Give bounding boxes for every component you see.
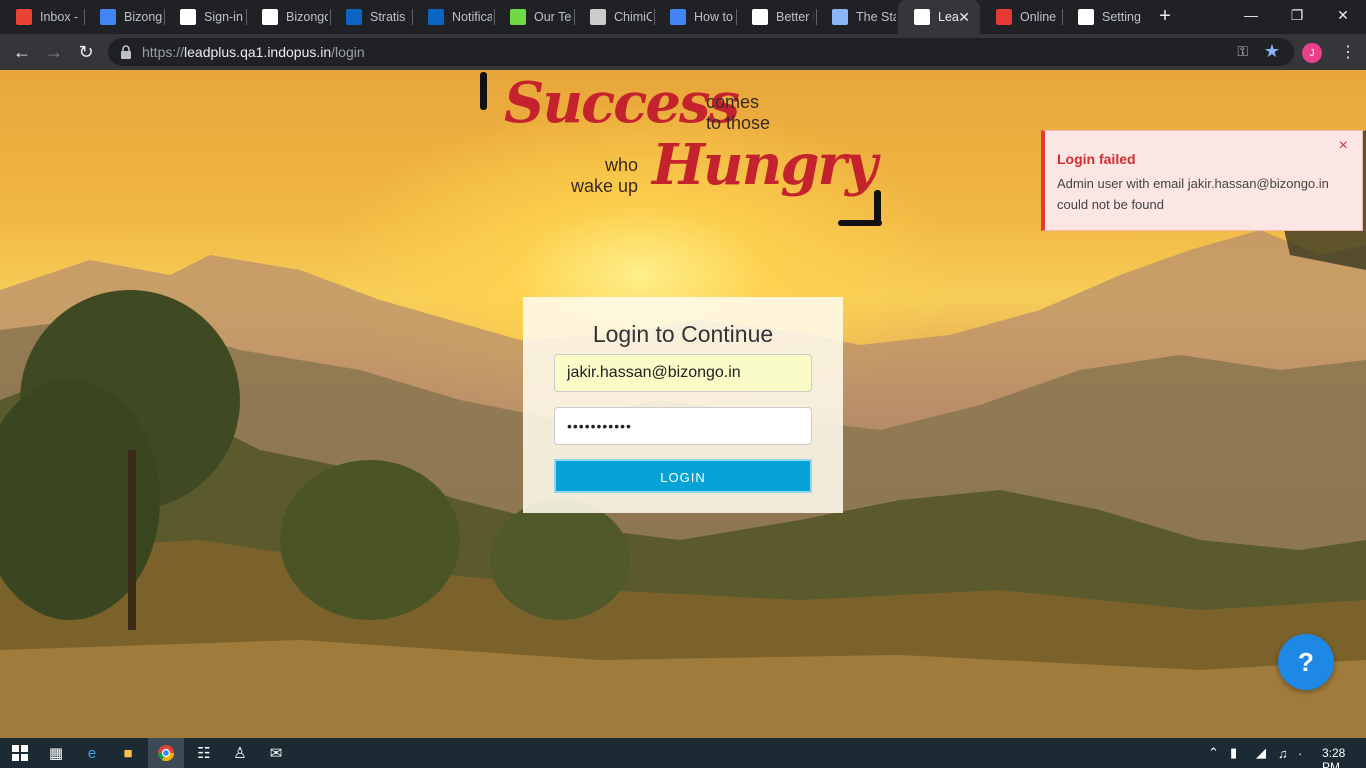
calendar-app-icon[interactable]: ☷ xyxy=(186,738,222,768)
tab-label: Our Tea xyxy=(534,10,572,24)
calendar-icon xyxy=(100,9,116,25)
brush-stroke xyxy=(874,190,881,224)
google-icon xyxy=(180,9,196,25)
tab-label: Setting xyxy=(1102,10,1141,24)
file-explorer-icon[interactable]: ■ xyxy=(110,738,146,768)
tab-label: Online xyxy=(1020,10,1057,24)
close-tab-icon[interactable]: ✕ xyxy=(958,10,970,24)
battery-icon[interactable]: ▮ xyxy=(1230,738,1237,768)
b-logo-icon xyxy=(752,9,768,25)
error-toast: × Login failed Admin user with email jak… xyxy=(1041,130,1363,231)
tab-label: ChimiC xyxy=(614,10,652,24)
windows-logo-icon xyxy=(12,745,28,761)
slogan-banner: Success comes to those who wake up Hungry xyxy=(476,70,896,240)
mail-icon[interactable]: ✉ xyxy=(258,738,294,768)
reload-button[interactable]: ↻ xyxy=(72,38,100,66)
chrome-icon xyxy=(157,745,175,762)
task-view-icon[interactable]: ▦ xyxy=(38,738,74,768)
browser-menu-button[interactable]: ⋮ xyxy=(1340,42,1356,64)
slogan-hungry: Hungry xyxy=(652,132,878,198)
wifi-icon[interactable]: ◢ xyxy=(1256,738,1266,768)
tab-label: Bizongo xyxy=(124,10,162,24)
linkedin-icon xyxy=(428,9,444,25)
email-field[interactable]: jakir.hassan@bizongo.in xyxy=(554,354,812,392)
grid-icon xyxy=(590,9,606,25)
tab-2[interactable]: Bizongo xyxy=(84,0,164,34)
login-button[interactable]: LOGIN xyxy=(554,459,812,493)
tab-8[interactable]: ChimiC xyxy=(574,0,654,34)
brush-stroke xyxy=(838,220,882,226)
password-field[interactable]: ••••••••••• xyxy=(554,407,812,445)
gear-icon xyxy=(1078,9,1094,25)
chrome-taskbar-icon[interactable] xyxy=(148,738,184,768)
browser-toolbar: ← → ↻ https://leadplus.qa1.indopus.in/lo… xyxy=(0,34,1366,70)
tab-11[interactable]: The Sta xyxy=(816,0,898,34)
slogan-comes: comes to those xyxy=(706,92,771,133)
tab-label: Sign-in xyxy=(204,10,243,24)
login-page: Success comes to those who wake up Hungry … xyxy=(0,70,1366,738)
tab-13[interactable]: Online xyxy=(980,0,1062,34)
new-tab-button[interactable]: + xyxy=(1154,5,1176,27)
lock-icon xyxy=(121,45,131,59)
minimize-button[interactable]: — xyxy=(1228,0,1274,30)
image-icon xyxy=(832,9,848,25)
close-window-button[interactable]: ✕ xyxy=(1320,0,1366,30)
tab-label: The Sta xyxy=(856,10,896,24)
key-icon[interactable]: ⚿ xyxy=(1237,43,1248,60)
tab-label: Lea xyxy=(938,10,959,24)
forward-button[interactable]: → xyxy=(40,38,68,66)
toast-close-icon[interactable]: × xyxy=(1339,137,1348,155)
u-logo-icon xyxy=(996,9,1012,25)
tray-chevron-icon[interactable]: ⌃ xyxy=(1208,738,1219,768)
tab-14[interactable]: Setting xyxy=(1062,0,1144,34)
tab-label: Inbox - xyxy=(40,10,79,24)
chart-icon xyxy=(670,9,686,25)
tab-4[interactable]: Bizongo xyxy=(246,0,330,34)
brush-stroke xyxy=(480,72,487,110)
notification-icon[interactable]: · xyxy=(1298,738,1302,768)
help-button[interactable]: ? xyxy=(1278,634,1334,690)
edge-icon[interactable]: e xyxy=(74,738,110,768)
tab-9[interactable]: How to xyxy=(654,0,736,34)
linkedin-icon xyxy=(346,9,362,25)
login-title: Login to Continue xyxy=(592,321,774,347)
browser-tab-strip: Inbox - Bizongo Sign-in Bizongo Stratis I Not… xyxy=(0,0,1366,34)
windows-start-icon[interactable] xyxy=(2,738,38,768)
slogan-who: who wake up xyxy=(570,155,638,196)
toast-message: Admin user with email jakir.hassan@bizon… xyxy=(1057,176,1329,212)
tab-label: How to xyxy=(694,10,733,24)
tab-label: Notifica xyxy=(452,10,492,24)
url-text: https://leadplus.qa1.indopus.in/login xyxy=(142,44,365,60)
login-card: Login to Continue jakir.hassan@bizongo.i… xyxy=(523,297,843,513)
gmail-icon xyxy=(16,9,32,25)
restore-button[interactable]: ❐ xyxy=(1274,0,1320,30)
address-bar[interactable]: https://leadplus.qa1.indopus.in/login ⚿ … xyxy=(108,38,1294,66)
tab-label: Better E xyxy=(776,10,814,24)
profile-avatar[interactable]: J xyxy=(1302,43,1322,63)
tab-7[interactable]: Our Tea xyxy=(494,0,574,34)
go-icon xyxy=(914,9,930,25)
tab-label: Stratis I xyxy=(370,10,410,24)
toast-title: Login failed xyxy=(1057,151,1136,167)
windows-taskbar: ▦ e ■ ☷ ♙ ✉ ⌃ ▮ ◢ ♫ · 3:28 PM xyxy=(0,738,1366,768)
clock[interactable]: 3:28 PM xyxy=(1322,746,1366,768)
tab-5[interactable]: Stratis I xyxy=(330,0,412,34)
slogan-success: Success xyxy=(504,70,740,136)
go-icon xyxy=(262,9,278,25)
tab-12[interactable]: Lea ✕ xyxy=(898,0,980,34)
tab-1[interactable]: Inbox - xyxy=(0,0,84,34)
people-icon[interactable]: ♙ xyxy=(222,738,258,768)
back-button[interactable]: ← xyxy=(8,38,36,66)
bookmark-star-icon[interactable]: ★ xyxy=(1264,41,1280,62)
tab-6[interactable]: Notifica xyxy=(412,0,494,34)
tab-10[interactable]: Better E xyxy=(736,0,816,34)
tab-label: Bizongo xyxy=(286,10,328,24)
tab-3[interactable]: Sign-in xyxy=(164,0,246,34)
upwork-icon xyxy=(510,9,526,25)
volume-icon[interactable]: ♫ xyxy=(1278,738,1288,768)
